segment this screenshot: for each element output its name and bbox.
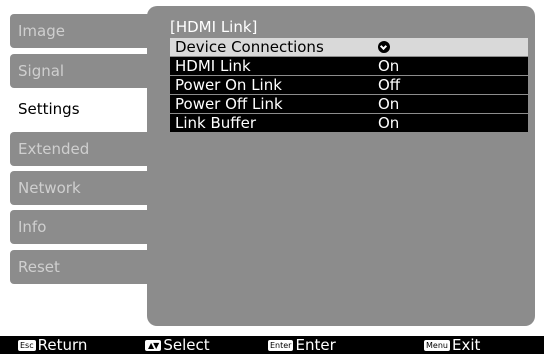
key-select-label: Select <box>163 336 210 354</box>
row-value: Off <box>378 76 401 94</box>
row-label: Link Buffer <box>175 114 257 132</box>
row-value: On <box>378 95 400 113</box>
menu-key-icon: Menu <box>424 339 450 351</box>
key-return[interactable]: Esc Return <box>18 336 87 354</box>
sidebar-item-info[interactable]: Info <box>10 210 148 244</box>
row-value: On <box>378 57 400 75</box>
sidebar-item-signal[interactable]: Signal <box>10 54 148 88</box>
row-link-buffer[interactable]: Link Buffer On <box>170 114 528 132</box>
panel-title: [HDMI Link] <box>170 18 258 36</box>
row-label: HDMI Link <box>175 57 251 75</box>
esc-key-icon: Esc <box>18 339 36 351</box>
key-exit-label: Exit <box>451 336 481 354</box>
row-power-on-link[interactable]: Power On Link Off <box>170 76 528 94</box>
row-power-off-link[interactable]: Power Off Link On <box>170 95 528 113</box>
key-select[interactable]: ▲▼ Select <box>145 336 210 354</box>
key-exit[interactable]: Menu Exit <box>424 336 480 354</box>
row-label: Power Off Link <box>175 95 283 113</box>
enter-key-icon: Enter <box>268 339 294 351</box>
sidebar-item-image[interactable]: Image <box>10 14 148 48</box>
settings-panel: [HDMI Link] Device Connections HDMI Link… <box>147 6 535 326</box>
row-value <box>378 38 528 56</box>
key-return-label: Return <box>37 336 88 354</box>
enter-icon <box>378 41 390 53</box>
key-guide-bar: Esc Return ▲▼ Select Enter Enter Menu Ex… <box>0 336 544 354</box>
row-hdmi-link[interactable]: HDMI Link On <box>170 57 528 75</box>
sidebar-item-settings[interactable]: Settings <box>10 92 162 126</box>
key-enter[interactable]: Enter Enter <box>268 336 336 354</box>
key-enter-label: Enter <box>295 336 336 354</box>
up-down-arrow-icon: ▲▼ <box>145 339 162 351</box>
row-device-connections[interactable]: Device Connections <box>170 38 528 56</box>
sidebar-item-reset[interactable]: Reset <box>10 250 148 284</box>
sidebar-item-extended[interactable]: Extended <box>10 132 148 166</box>
row-label: Device Connections <box>175 38 324 56</box>
sidebar-item-network[interactable]: Network <box>10 171 148 205</box>
settings-list: Device Connections HDMI Link On Power On… <box>170 38 528 133</box>
row-value: On <box>378 114 400 132</box>
row-label: Power On Link <box>175 76 282 94</box>
projector-menu-screen: Image Signal Settings Extended Network I… <box>0 0 544 354</box>
